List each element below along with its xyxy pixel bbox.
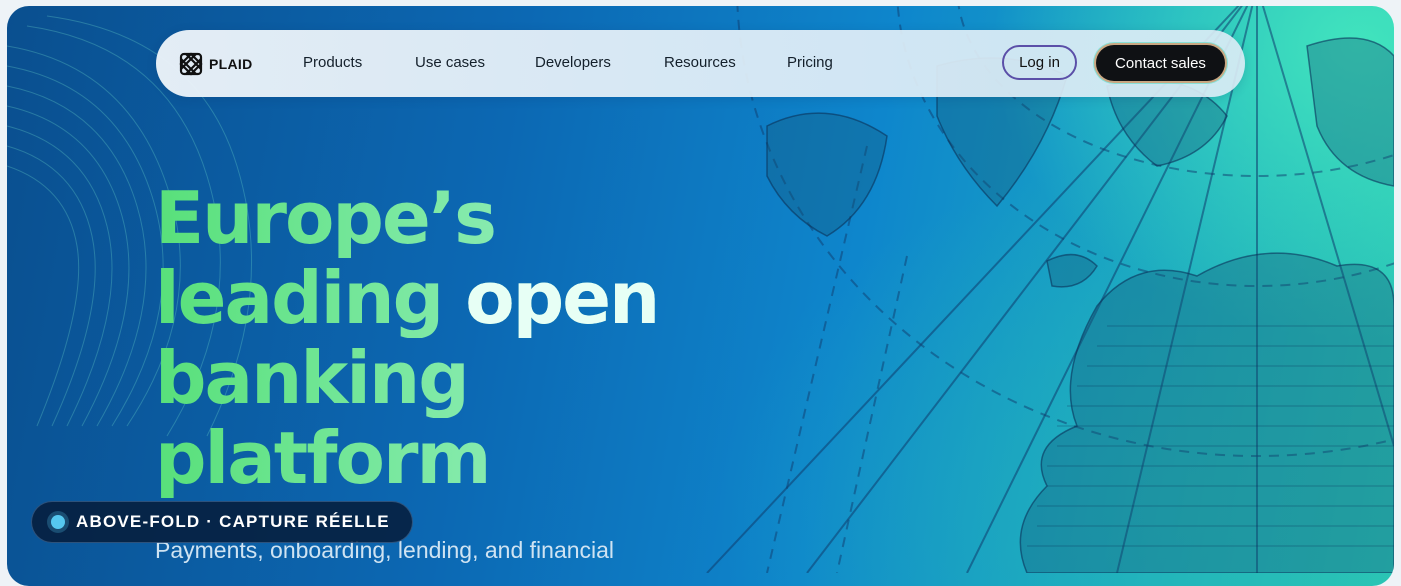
capture-badge: ABOVE-FOLD · CAPTURE RÉELLE: [31, 501, 413, 543]
nav-developers[interactable]: Developers: [535, 54, 611, 71]
nav-resources[interactable]: Resources: [664, 54, 736, 71]
nav-products[interactable]: Products: [303, 54, 362, 71]
hero-word-open: open: [465, 256, 660, 340]
hero-line-2: leading open: [155, 256, 660, 340]
capture-badge-label: ABOVE-FOLD · CAPTURE RÉELLE: [76, 512, 390, 531]
brand-name: PLAID: [209, 56, 253, 72]
hero-headline: Europe’s leading open banking platform: [155, 178, 660, 498]
status-dot-icon: [51, 515, 65, 529]
hero-section: PLAID Products Use cases Developers Reso…: [7, 6, 1394, 586]
hero-line-3: banking: [155, 338, 658, 418]
plaid-logo[interactable]: PLAID: [178, 51, 253, 77]
plaid-logo-icon: [179, 52, 203, 76]
nav-use-cases[interactable]: Use cases: [415, 54, 485, 71]
hero-word-leading: leading: [155, 256, 443, 340]
log-in-button[interactable]: Log in: [1002, 45, 1077, 80]
hero-line-4: platform: [155, 418, 658, 498]
contact-sales-button[interactable]: Contact sales: [1096, 45, 1225, 81]
nav-pricing[interactable]: Pricing: [787, 54, 833, 71]
top-navigation: PLAID Products Use cases Developers Reso…: [156, 30, 1245, 97]
hero-line-1: Europe’s: [155, 178, 658, 258]
